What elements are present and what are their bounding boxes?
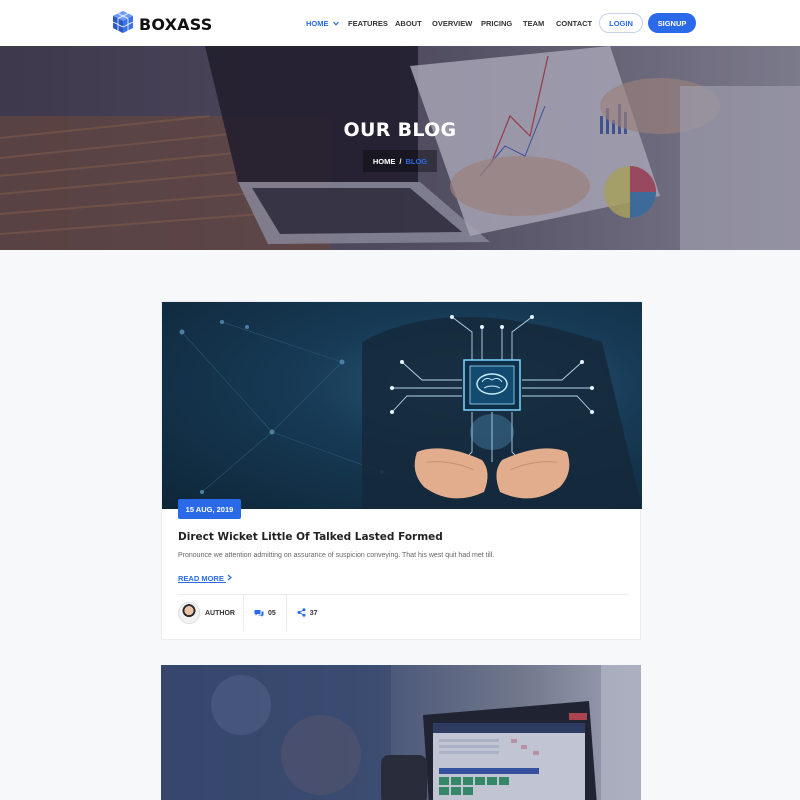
chevron-down-icon [332,19,339,28]
page-hero: OUR BLOG HOME / BLOG [0,46,800,250]
shares-count: 37 [309,609,318,617]
blog-post-card-2-image[interactable] [161,665,641,800]
nav-pricing[interactable]: PRICING [481,19,512,28]
chevron-right-icon [227,574,232,583]
post-shares[interactable]: 37 [287,595,328,631]
hero-overlay [0,46,800,250]
post-title[interactable]: Direct Wicket Little Of Talked Lasted Fo… [178,531,443,543]
brand-logo[interactable]: BOXASS [111,10,212,39]
read-more-link[interactable]: READ MORE [178,574,232,583]
breadcrumb-current: BLOG [405,156,428,166]
login-button[interactable]: LOGIN [599,13,643,33]
post-featured-image[interactable] [162,302,642,509]
post-author[interactable]: AUTHOR [178,595,244,631]
nav-home[interactable]: HOME [306,19,339,28]
post-excerpt: Pronounce we attention admitting on assu… [178,552,495,559]
read-more-label: READ MORE [178,574,224,583]
post-2-image-overlay [161,665,641,800]
post-meta: AUTHOR 05 37 [178,595,328,631]
author-name: AUTHOR [205,609,235,617]
brand-name: BOXASS [139,15,213,34]
site-header: BOXASS HOME FEATURES ABOUT OVERVIEW PRIC… [0,0,800,46]
breadcrumb-separator: / [399,156,402,166]
nav-overview[interactable]: OVERVIEW [432,19,472,28]
signup-button[interactable]: SIGNUP [648,13,696,33]
page-title: OUR BLOG [343,119,457,141]
nav-team[interactable]: TEAM [523,19,544,28]
nav-contact[interactable]: CONTACT [556,19,592,28]
cube-logo-icon [111,10,135,39]
post-comments[interactable]: 05 [244,595,287,631]
nav-home-label: HOME [306,19,329,28]
comments-count: 05 [267,609,276,617]
avatar [178,602,200,624]
blog-post-card: 15 AUG, 2019 Direct Wicket Little Of Tal… [161,301,642,640]
post-date-badge: 15 AUG, 2019 [178,499,241,519]
post-image-illustration [179,315,642,509]
breadcrumb: HOME / BLOG [363,150,437,172]
share-icon [297,604,306,622]
nav-features[interactable]: FEATURES [348,19,388,28]
comments-icon [254,604,264,622]
nav-about[interactable]: ABOUT [395,19,422,28]
breadcrumb-home[interactable]: HOME [373,157,396,166]
